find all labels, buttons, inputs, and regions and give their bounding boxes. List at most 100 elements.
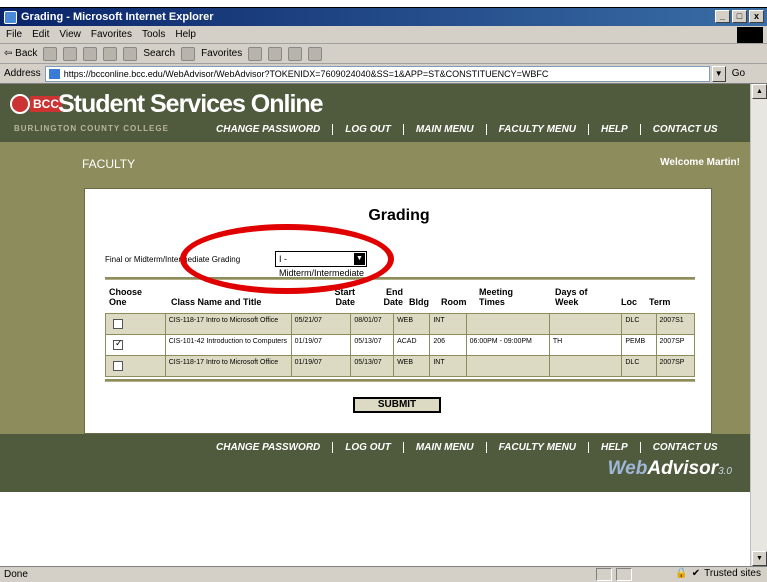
- header-room: Room: [441, 297, 467, 307]
- end-cell: 05/13/07: [350, 334, 395, 356]
- nav-main-menu[interactable]: MAIN MENU: [404, 124, 487, 135]
- divider-bottom: [105, 379, 695, 382]
- table-row: CIS-118-17 Intro to Microsoft Office 01/…: [105, 355, 696, 377]
- term-cell: 2007S1: [655, 313, 696, 335]
- bldg-cell: ACAD: [393, 334, 431, 356]
- window-titlebar: Grading - Microsoft Internet Explorer _ …: [0, 8, 767, 26]
- site-footer: CHANGE PASSWORD LOG OUT MAIN MENU FACULT…: [0, 434, 750, 492]
- stop-icon[interactable]: [63, 46, 78, 61]
- scroll-down-icon[interactable]: ▼: [752, 551, 767, 566]
- footer-log-out[interactable]: LOG OUT: [333, 442, 404, 453]
- screen-top-edge: [0, 0, 767, 8]
- footer-help[interactable]: HELP: [589, 442, 641, 453]
- footer-faculty-menu[interactable]: FACULTY MENU: [487, 442, 590, 453]
- vertical-scrollbar[interactable]: ▲ ▼: [750, 84, 767, 566]
- nav-log-out[interactable]: LOG OUT: [333, 124, 404, 135]
- print-icon[interactable]: [288, 46, 303, 61]
- edit-icon[interactable]: [308, 46, 323, 61]
- trusted-sites-icon: ✔: [691, 568, 701, 579]
- status-segment: [596, 568, 612, 581]
- zone-label: Trusted sites: [704, 568, 761, 579]
- footer-change-password[interactable]: CHANGE PASSWORD: [204, 442, 334, 453]
- submit-button[interactable]: SUBMIT: [353, 397, 441, 413]
- grading-type-select[interactable]: I - Midterm/Intermediate ▼: [275, 251, 367, 278]
- nav-help[interactable]: HELP: [589, 124, 641, 135]
- table-row: CIS-101-42 Introduction to Computers 01/…: [105, 334, 696, 356]
- address-input[interactable]: https://bcconline.bcc.edu/WebAdvisor/Web…: [44, 65, 710, 82]
- minimize-button[interactable]: _: [715, 10, 730, 23]
- status-bar: Done 🔒 ✔ Trusted sites: [0, 566, 767, 582]
- chevron-down-icon[interactable]: ▼: [354, 253, 365, 265]
- classes-table: CIS-118-17 Intro to Microsoft Office 05/…: [105, 313, 696, 377]
- menu-help[interactable]: Help: [175, 29, 196, 40]
- favorites-button[interactable]: Favorites: [201, 48, 242, 59]
- header-end-date: End Date: [383, 287, 403, 307]
- room-cell: 206: [429, 334, 467, 356]
- grading-panel: Grading Final or Midterm/Intermediate Gr…: [84, 188, 712, 434]
- scroll-up-icon[interactable]: ▲: [752, 84, 767, 99]
- webadvisor-logo: WebAdvisor3.0: [608, 458, 732, 480]
- site-title: Student Services Online: [58, 90, 324, 118]
- history-icon[interactable]: [248, 46, 263, 61]
- site-subtitle: BURLINGTON COUNTY COLLEGE: [14, 124, 169, 133]
- header-choose-one: Choose One: [109, 287, 143, 307]
- meeting-cell: 06:00PM - 09:00PM: [465, 334, 550, 356]
- bldg-cell: WEB: [393, 313, 431, 335]
- class-checkbox[interactable]: [113, 339, 123, 350]
- go-button[interactable]: Go: [732, 68, 745, 79]
- address-dropdown[interactable]: ▼: [711, 65, 726, 82]
- days-cell: [548, 355, 623, 377]
- page-title: Grading: [368, 207, 430, 224]
- days-cell: [548, 313, 623, 335]
- refresh-icon[interactable]: [83, 46, 98, 61]
- nav-change-password[interactable]: CHANGE PASSWORD: [204, 124, 334, 135]
- nav-faculty-menu[interactable]: FACULTY MENU: [487, 124, 590, 135]
- choose-cell: [105, 313, 166, 335]
- favorites-icon[interactable]: [181, 46, 196, 61]
- term-cell: 2007SP: [655, 334, 696, 356]
- term-cell: 2007SP: [655, 355, 696, 377]
- search-button[interactable]: Search: [143, 48, 175, 59]
- search-icon[interactable]: [123, 46, 138, 61]
- header-term: Term: [649, 297, 671, 307]
- end-cell: 08/01/07: [350, 313, 395, 335]
- close-button[interactable]: x: [749, 10, 764, 23]
- browser-toolbar: ⇦ Back Search Favorites: [0, 44, 767, 64]
- forward-icon[interactable]: [43, 46, 58, 61]
- menu-tools[interactable]: Tools: [142, 29, 165, 40]
- choose-cell: [105, 334, 166, 356]
- webadvisor-version: 3.0: [718, 466, 732, 477]
- divider-top: [105, 277, 695, 280]
- nav-contact-us[interactable]: CONTACT US: [641, 124, 730, 135]
- menu-file[interactable]: File: [6, 29, 22, 40]
- header-days-of-week: Days of Week: [555, 287, 588, 307]
- lock-icon: 🔒: [675, 568, 688, 579]
- room-cell: INT: [429, 313, 467, 335]
- choose-cell: [105, 355, 166, 377]
- class-checkbox[interactable]: [113, 319, 123, 329]
- security-zone: 🔒 ✔ Trusted sites: [675, 568, 761, 579]
- menu-bar: File Edit View Favorites Tools Help: [0, 26, 767, 44]
- menu-edit[interactable]: Edit: [32, 29, 49, 40]
- class-cell: CIS-101-42 Introduction to Computers: [164, 334, 292, 356]
- page-viewport: BCC Student Services Online BURLINGTON C…: [0, 84, 750, 566]
- footer-main-menu[interactable]: MAIN MENU: [404, 442, 487, 453]
- site-header: BCC Student Services Online BURLINGTON C…: [0, 84, 750, 142]
- header-start-date: Start Date: [334, 287, 355, 307]
- ie-icon: [4, 10, 17, 24]
- grading-type-value: I - Midterm/Intermediate: [279, 254, 365, 278]
- class-cell: CIS-118-17 Intro to Microsoft Office: [164, 355, 292, 377]
- menu-favorites[interactable]: Favorites: [91, 29, 132, 40]
- home-icon[interactable]: [103, 46, 118, 61]
- days-cell: TH: [548, 334, 623, 356]
- top-navigation: CHANGE PASSWORD LOG OUT MAIN MENU FACULT…: [204, 124, 730, 135]
- status-text: Done: [4, 569, 28, 580]
- maximize-button[interactable]: □: [732, 10, 747, 23]
- back-button[interactable]: ⇦ Back: [4, 48, 37, 59]
- class-checkbox[interactable]: [113, 361, 123, 371]
- footer-contact-us[interactable]: CONTACT US: [641, 442, 730, 453]
- menu-view[interactable]: View: [59, 29, 81, 40]
- mail-icon[interactable]: [268, 46, 283, 61]
- address-label: Address: [4, 68, 41, 79]
- room-cell: INT: [429, 355, 467, 377]
